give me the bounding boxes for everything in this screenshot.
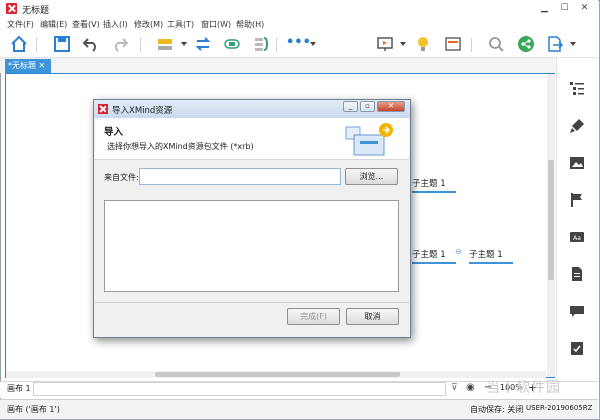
watermark: 当下软件园 bbox=[486, 380, 561, 396]
status-sheet-name: 画布 ('画布 1') bbox=[7, 405, 60, 414]
format-icon[interactable] bbox=[569, 118, 585, 134]
chevron-down-icon[interactable] bbox=[181, 42, 187, 46]
browse-button[interactable]: 浏览... bbox=[345, 168, 398, 185]
resource-list[interactable] bbox=[104, 200, 399, 292]
svg-text:Aa: Aa bbox=[573, 235, 581, 242]
dialog-close-icon[interactable]: ✕ bbox=[377, 101, 405, 112]
menu-view[interactable]: 查看(V) bbox=[72, 19, 100, 30]
subtopic-node[interactable]: 子主题 1 bbox=[469, 248, 513, 264]
relationship-icon[interactable] bbox=[194, 35, 212, 53]
chevron-down-icon[interactable] bbox=[310, 42, 316, 46]
close-icon[interactable]: ✕ bbox=[577, 2, 592, 14]
home-icon[interactable] bbox=[10, 35, 28, 53]
idea-icon[interactable] bbox=[414, 35, 432, 53]
more-icon[interactable]: ••• bbox=[286, 35, 311, 50]
sheet-tab[interactable]: 画布 1 bbox=[7, 383, 31, 394]
topic-insert-icon[interactable] bbox=[156, 35, 174, 53]
tab-untitled[interactable]: *无标题 ✕ bbox=[5, 59, 51, 73]
menu-modify[interactable]: 修改(M) bbox=[134, 19, 163, 30]
toolbar-separator bbox=[140, 38, 141, 52]
summary-icon[interactable] bbox=[252, 35, 270, 53]
redo-icon[interactable] bbox=[111, 35, 129, 53]
menu-file[interactable]: 文件(F) bbox=[7, 19, 34, 30]
dialog-description: 选择你想导入的XMind资源包文件 (*xrb) bbox=[107, 142, 254, 151]
subtopic-node[interactable]: 子主题 1 bbox=[412, 248, 456, 264]
marker-icon[interactable] bbox=[569, 192, 585, 208]
editor-tab-strip bbox=[0, 58, 598, 73]
maximize-icon[interactable]: ☐ bbox=[557, 2, 572, 14]
xmind-logo-icon bbox=[98, 104, 108, 114]
share-icon[interactable] bbox=[517, 35, 535, 53]
title-bar bbox=[0, 0, 598, 18]
cancel-button[interactable]: 取消 bbox=[346, 308, 399, 325]
right-panel bbox=[556, 58, 598, 384]
export-icon[interactable] bbox=[546, 35, 564, 53]
menu-tools[interactable]: 工具(T) bbox=[167, 19, 194, 30]
comments-icon[interactable] bbox=[569, 303, 585, 319]
menu-help[interactable]: 帮助(H) bbox=[236, 19, 264, 30]
dialog-divider bbox=[95, 302, 409, 303]
autosave-status[interactable]: 自动保存: 关闭 bbox=[470, 404, 523, 415]
toolbar-separator bbox=[471, 38, 472, 52]
from-file-label: 来自文件: bbox=[104, 173, 139, 182]
finish-button[interactable]: 完成(F) bbox=[287, 308, 340, 325]
subtopic-node[interactable]: 子主题 1 bbox=[412, 177, 456, 193]
dialog-maximize-icon[interactable]: ▫ bbox=[360, 101, 375, 112]
minimize-icon[interactable]: ▁ bbox=[537, 2, 552, 14]
collapse-toggle-icon[interactable]: ⊖ bbox=[455, 247, 462, 256]
task-icon[interactable] bbox=[569, 340, 585, 356]
layout-icon[interactable] bbox=[444, 35, 462, 53]
import-illustration-icon bbox=[345, 123, 393, 156]
vertical-scroll-thumb[interactable] bbox=[548, 160, 554, 280]
horizontal-scroll-thumb[interactable] bbox=[155, 372, 400, 377]
dialog-heading: 导入 bbox=[104, 127, 124, 138]
filter-icon[interactable]: ⊽ bbox=[451, 383, 458, 393]
undo-icon[interactable] bbox=[82, 35, 100, 53]
boundary-icon[interactable] bbox=[223, 35, 241, 53]
notes-icon[interactable] bbox=[569, 266, 585, 282]
user-name: USER-20190605RZ bbox=[526, 404, 593, 412]
dialog-title: 导入XMind资源 bbox=[112, 106, 173, 116]
menu-window[interactable]: 窗口(W) bbox=[201, 19, 231, 30]
eye-icon[interactable]: ◉ bbox=[466, 382, 475, 393]
menu-insert[interactable]: 插入(I) bbox=[103, 19, 128, 30]
file-path-input[interactable] bbox=[139, 168, 341, 185]
sheet-tab-area bbox=[33, 382, 446, 396]
toolbar-separator bbox=[276, 38, 277, 52]
chevron-down-icon[interactable] bbox=[400, 42, 406, 46]
window-title: 无标题 bbox=[22, 6, 50, 16]
presentation-icon[interactable] bbox=[376, 35, 394, 53]
dialog-minimize-icon[interactable]: _ bbox=[343, 101, 358, 112]
chevron-down-icon[interactable] bbox=[570, 42, 576, 46]
label-icon[interactable]: Aa bbox=[569, 229, 585, 245]
save-icon[interactable] bbox=[53, 35, 71, 53]
menu-edit[interactable]: 编辑(E) bbox=[40, 19, 67, 30]
xmind-logo-icon bbox=[6, 3, 17, 14]
outline-icon[interactable] bbox=[569, 80, 585, 96]
image-icon[interactable] bbox=[569, 155, 585, 171]
search-icon[interactable] bbox=[487, 35, 505, 53]
toolbar-separator bbox=[36, 38, 37, 52]
